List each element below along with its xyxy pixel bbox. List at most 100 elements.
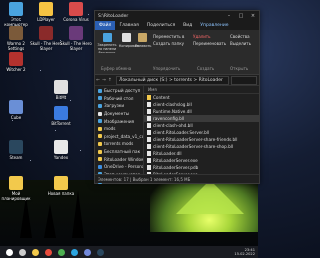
tab-home[interactable]: Главная: [115, 23, 142, 28]
desktop-icon[interactable]: Yandex: [45, 140, 77, 160]
telegram-icon[interactable]: [71, 248, 78, 256]
address-input[interactable]: Локальный диск (S:) > torrents > RitoLoa…: [116, 75, 229, 85]
skull-icon: [39, 26, 53, 40]
file-row[interactable]: client-RitoLoaderServer-share-shop.bll: [144, 143, 259, 150]
steam-icon: [9, 140, 23, 154]
select-button[interactable]: Выделить: [230, 41, 251, 46]
windows-icon[interactable]: [6, 248, 13, 256]
desktop-icon[interactable]: Witcher 2: [0, 52, 32, 72]
desktop-icon[interactable]: Skull - The Hero Slayer: [60, 26, 92, 51]
explorer-icon[interactable]: [32, 248, 39, 256]
desktop-icon-label: Witcher 2: [6, 67, 26, 72]
desktop-icon[interactable]: BitTorrent: [45, 106, 77, 126]
nav-item-label: project_data_v1_comp: [104, 133, 143, 139]
minimize-button[interactable]: –: [223, 13, 235, 19]
nav-item-label: torrents mods: [104, 141, 134, 147]
tree: [20, 196, 32, 238]
delete-button[interactable]: Удалить: [193, 34, 211, 39]
nav-item-label: Изображения: [104, 118, 135, 124]
nav-item[interactable]: Бесплатный пак: [95, 148, 143, 156]
desktop-icon-label: Skull - The Hero Slayer: [60, 41, 92, 51]
explorer-window[interactable]: S:\RitoLoader – □ × Файл Главная Поделит…: [94, 10, 260, 184]
file-name: Content: [153, 95, 170, 100]
file-row[interactable]: Runtime.Native.dll: [144, 108, 259, 115]
tab-share[interactable]: Поделиться: [143, 23, 179, 28]
desktop-icon[interactable]: Skull - The Hero Slayer: [30, 26, 62, 51]
yandex-icon: [54, 140, 68, 154]
taskbar: 23:41 15.02.2022: [0, 246, 258, 258]
tab-manage[interactable]: Управление: [196, 23, 232, 28]
column-header-name[interactable]: Имя: [144, 86, 259, 94]
desktop-icon[interactable]: Steam: [0, 140, 32, 160]
new-folder-button[interactable]: Создать папку: [153, 41, 184, 46]
tab-view[interactable]: Вид: [179, 23, 196, 28]
yandex-icon[interactable]: [45, 248, 52, 256]
file-icon: [147, 116, 151, 121]
desktop-icon[interactable]: Этот компьютер: [0, 2, 32, 27]
pin-button[interactable]: Закрепить на панели быстрого доступа: [97, 33, 117, 53]
desktop-icon-label: Новая папка: [47, 191, 75, 196]
copy-button[interactable]: Копировать: [119, 33, 140, 48]
clock[interactable]: 23:41 15.02.2022: [234, 248, 255, 256]
game-icon: [9, 52, 23, 66]
move-to-button[interactable]: Переместить в: [153, 34, 184, 39]
desktop-icon[interactable]: Новая папка: [45, 176, 77, 196]
nav-item[interactable]: RitoLoader Windows: [95, 155, 143, 163]
nav-item-label: OneDrive - Personal: [104, 164, 143, 170]
file-row[interactable]: client-clashslog.bll: [144, 101, 259, 108]
tab-file[interactable]: Файл: [95, 21, 116, 30]
nav-item-label: Бесплатный пак: [104, 149, 141, 155]
discord-icon[interactable]: [84, 248, 91, 256]
file-row[interactable]: ravenconfig.bll: [144, 115, 259, 122]
nav-item[interactable]: Изображения: [95, 117, 143, 125]
paste-button[interactable]: Вставить: [135, 33, 151, 48]
folder-icon: [98, 164, 102, 169]
close-button[interactable]: ×: [247, 13, 259, 19]
nav-item[interactable]: project_data_v1_comp: [95, 133, 143, 141]
file-name: RitoLoaderServer.exe: [153, 158, 198, 163]
nav-item[interactable]: Быстрый доступ: [95, 87, 143, 95]
chrome-icon[interactable]: [58, 248, 65, 256]
nav-item[interactable]: Рабочий стол: [95, 95, 143, 103]
file-row[interactable]: RitoLoaderServer.pdb: [144, 164, 259, 171]
status-bar: Элементов: 17 | Выбран 1 элемент: 16,5 М…: [95, 174, 259, 183]
maximize-button[interactable]: □: [235, 13, 247, 19]
desktop-icon[interactable]: BitMt: [45, 80, 77, 100]
desktop-icon[interactable]: Cube: [0, 100, 32, 120]
search-input[interactable]: [231, 75, 257, 85]
file-name: RitoLoaderServer.pdb: [153, 165, 199, 170]
rename-button[interactable]: Переименовать: [193, 41, 226, 46]
clock-date: 15.02.2022: [234, 252, 255, 256]
search-icon[interactable]: [19, 248, 26, 256]
title-bar[interactable]: S:\RitoLoader – □ ×: [95, 11, 259, 21]
desktop-icon-label: Corona Virus: [63, 17, 89, 22]
copy-icon: [121, 33, 131, 42]
file-row[interactable]: client-clash-ohd.bll: [144, 122, 259, 129]
nav-item[interactable]: torrents mods: [95, 140, 143, 148]
file-row[interactable]: RitoLoaderServer.exe: [144, 157, 259, 164]
nav-item[interactable]: OneDrive - Personal: [95, 163, 143, 171]
desktop-icon[interactable]: Corona Virus: [60, 2, 92, 22]
desktop-icon[interactable]: Warmo 2 Settings: [0, 26, 32, 51]
tree: [72, 190, 84, 238]
file-row[interactable]: client-RitoLoaderServer-share-friends.bl…: [144, 136, 259, 143]
monitor-icon: [9, 2, 23, 16]
desktop-icon[interactable]: Мой планировщик: [0, 176, 32, 201]
steam-icon[interactable]: [97, 248, 104, 256]
desktop-icon-label: Skull - The Hero Slayer: [30, 41, 62, 51]
group-open-label: Открыть: [230, 66, 249, 71]
file-row[interactable]: client.RitoLoader.Server.bll: [144, 129, 259, 136]
properties-button[interactable]: Свойства: [230, 34, 250, 39]
file-row[interactable]: RitoLoader.dll: [144, 150, 259, 157]
tree: [44, 204, 56, 238]
nav-item[interactable]: Документы: [95, 110, 143, 118]
nav-item[interactable]: mods: [95, 125, 143, 133]
folder-icon: [54, 176, 68, 190]
file-row[interactable]: Content: [144, 94, 259, 101]
folder-icon: [98, 88, 102, 93]
desktop-icon-label: Yandex: [53, 155, 69, 160]
nav-item[interactable]: Загрузки: [95, 102, 143, 110]
up-arrow-icon[interactable]: ↑: [107, 78, 113, 83]
desktop-icon[interactable]: LDPlayer: [30, 2, 62, 22]
desktop-icon-label: BitMt: [55, 95, 67, 100]
